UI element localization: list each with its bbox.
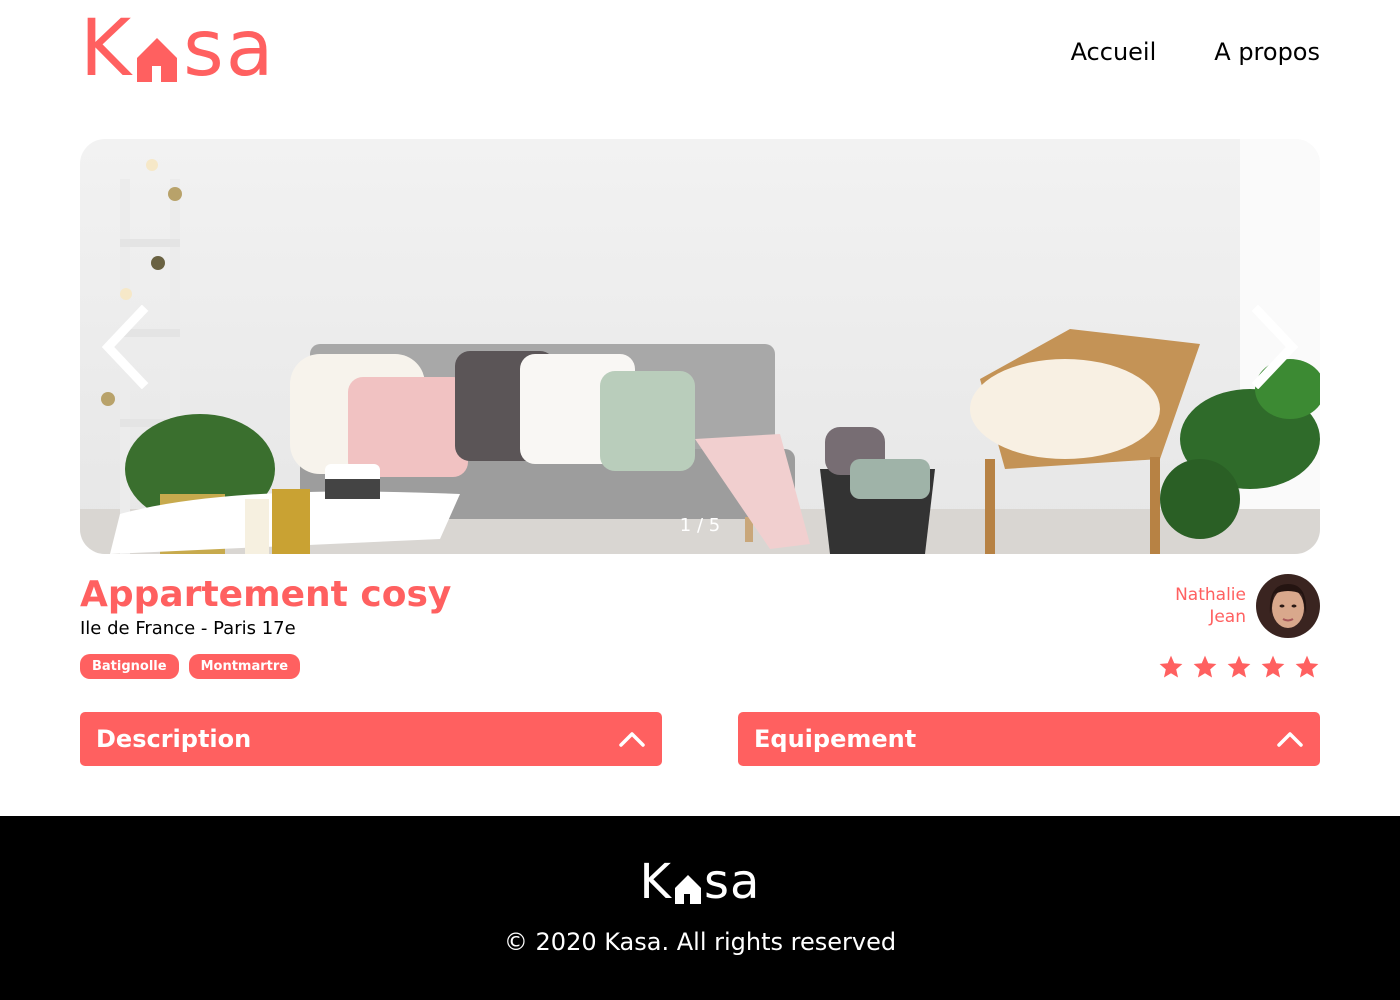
tag-list: Batignolle Montmartre (80, 654, 301, 679)
nav-link-accueil[interactable]: Accueil (1071, 38, 1157, 66)
chevron-up-icon[interactable] (1276, 729, 1304, 749)
main-nav: Accueil A propos (1071, 38, 1320, 66)
tag-montmartre: Montmartre (188, 654, 301, 679)
footer-logo-letters-sa: sa (704, 854, 761, 910)
chevron-right-icon (1251, 304, 1299, 390)
house-icon (133, 14, 183, 84)
image-carousel: 1 / 5 (80, 139, 1320, 554)
host-name: Nathalie Jean (1175, 584, 1246, 628)
equipement-label: Equipement (754, 725, 917, 753)
chevron-up-icon[interactable] (618, 729, 646, 749)
copyright-text: © 2020 Kasa. All rights reserved (503, 928, 897, 956)
carousel-next-button[interactable] (1250, 304, 1300, 390)
site-header: K sa Accueil A propos (80, 0, 1320, 110)
logo-letter-k: K (80, 4, 134, 94)
host-avatar (1256, 574, 1320, 638)
carousel-photo (80, 139, 1320, 554)
footer-logo: K sa (0, 856, 1400, 906)
nav-link-a-propos[interactable]: A propos (1214, 38, 1320, 66)
star-icon (1227, 655, 1251, 678)
star-icon (1295, 655, 1319, 678)
description-label: Description (96, 725, 252, 753)
star-icon (1159, 655, 1183, 678)
description-collapse-header[interactable]: Description (80, 712, 662, 766)
house-icon (672, 858, 704, 906)
host-info: Nathalie Jean (1175, 574, 1320, 638)
host-first-name: Nathalie (1175, 585, 1246, 605)
carousel-prev-button[interactable] (100, 304, 150, 390)
kasa-logo[interactable]: K sa (80, 4, 276, 94)
logo-letters-sa: sa (183, 4, 276, 94)
site-footer: K sa © 2020 Kasa. All rights reserved (0, 816, 1400, 1000)
equipement-collapse-header[interactable]: Equipement (738, 712, 1320, 766)
star-icon (1261, 655, 1285, 678)
listing-location: Ile de France - Paris 17e (80, 618, 296, 639)
host-last-name: Jean (1209, 607, 1246, 627)
carousel-counter: 1 / 5 (679, 515, 721, 536)
listing-title: Appartement cosy (80, 574, 452, 615)
star-icon (1193, 655, 1217, 678)
footer-logo-letter-k: K (639, 854, 673, 910)
tag-batignolle: Batignolle (80, 654, 179, 679)
chevron-left-icon (101, 304, 149, 390)
rating-stars (1158, 654, 1320, 680)
